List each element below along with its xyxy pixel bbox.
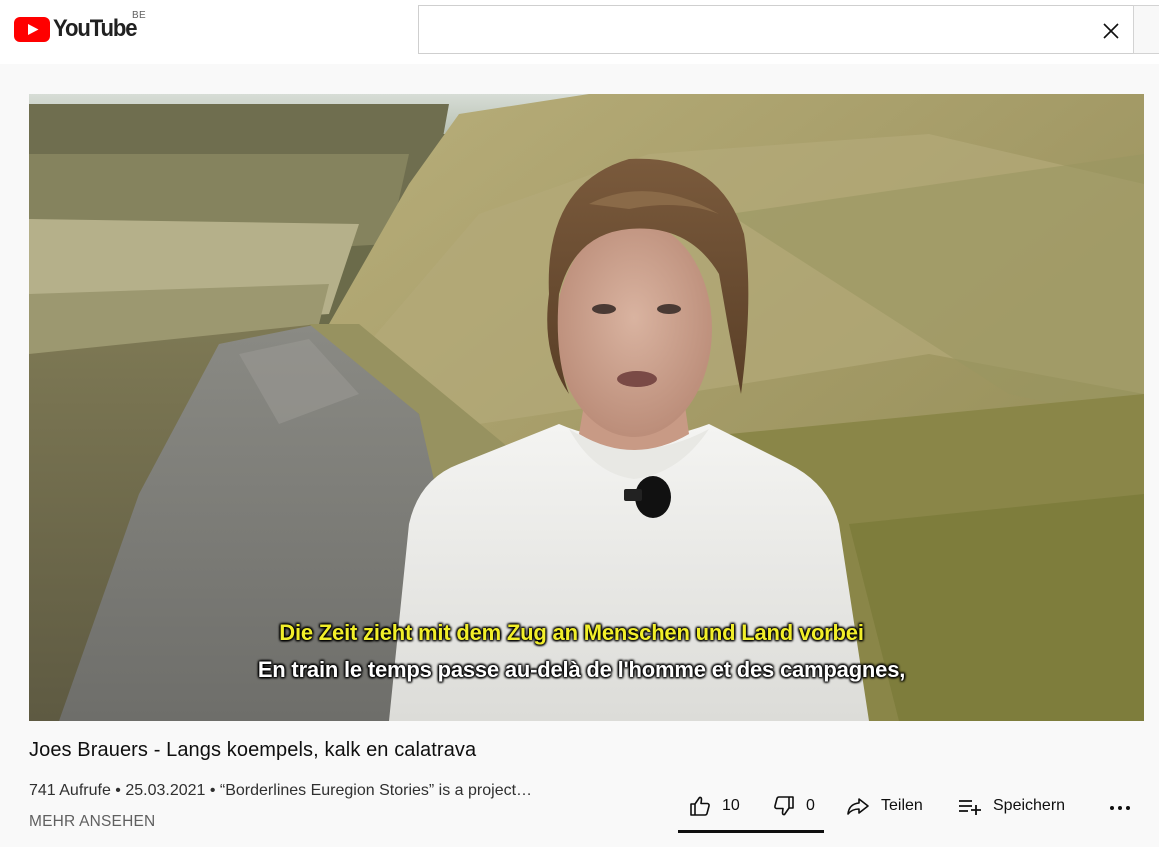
- video-title: Joes Brauers - Langs koempels, kalk en c…: [29, 739, 477, 761]
- more-actions-button[interactable]: [1108, 791, 1132, 821]
- save-button[interactable]: Speichern: [957, 791, 1065, 821]
- dislike-button[interactable]: 0: [772, 791, 815, 821]
- like-button[interactable]: 10: [688, 791, 740, 821]
- youtube-logo-icon: [14, 16, 50, 42]
- like-count: 10: [722, 797, 740, 814]
- search-box: [418, 5, 1134, 54]
- share-icon: [847, 798, 869, 815]
- subtitle-line-de: Die Zeit zieht mit dem Zug an Menschen u…: [279, 620, 864, 645]
- video-player[interactable]: Die Zeit zieht mit dem Zug an Menschen u…: [29, 94, 1144, 721]
- search-button[interactable]: [1133, 5, 1159, 54]
- subtitle-line-fr: En train le temps passe au-delà de l'hom…: [257, 657, 906, 682]
- logo-text: YouTube: [53, 15, 138, 42]
- share-label: Teilen: [881, 797, 923, 814]
- share-button[interactable]: Teilen: [845, 791, 923, 821]
- save-playlist-icon: [959, 800, 981, 815]
- show-more-button[interactable]: MEHR ANSEHEN: [29, 813, 155, 831]
- video-meta: 741 Aufrufe • 25.03.2021 • “Borderlines …: [29, 782, 533, 799]
- thumbs-down-icon: [774, 796, 794, 816]
- more-icon: [1110, 806, 1130, 810]
- country-code: BE: [132, 10, 146, 21]
- thumbs-up-icon: [690, 796, 710, 816]
- clear-search-button[interactable]: [1095, 15, 1127, 47]
- dislike-count: 0: [806, 797, 815, 814]
- search-input[interactable]: [431, 14, 1071, 46]
- close-icon: [1103, 23, 1119, 39]
- youtube-logo[interactable]: YouTube: [14, 13, 144, 45]
- like-bar: [678, 830, 824, 833]
- save-label: Speichern: [993, 797, 1066, 814]
- masthead: YouTube BE: [0, 0, 1159, 64]
